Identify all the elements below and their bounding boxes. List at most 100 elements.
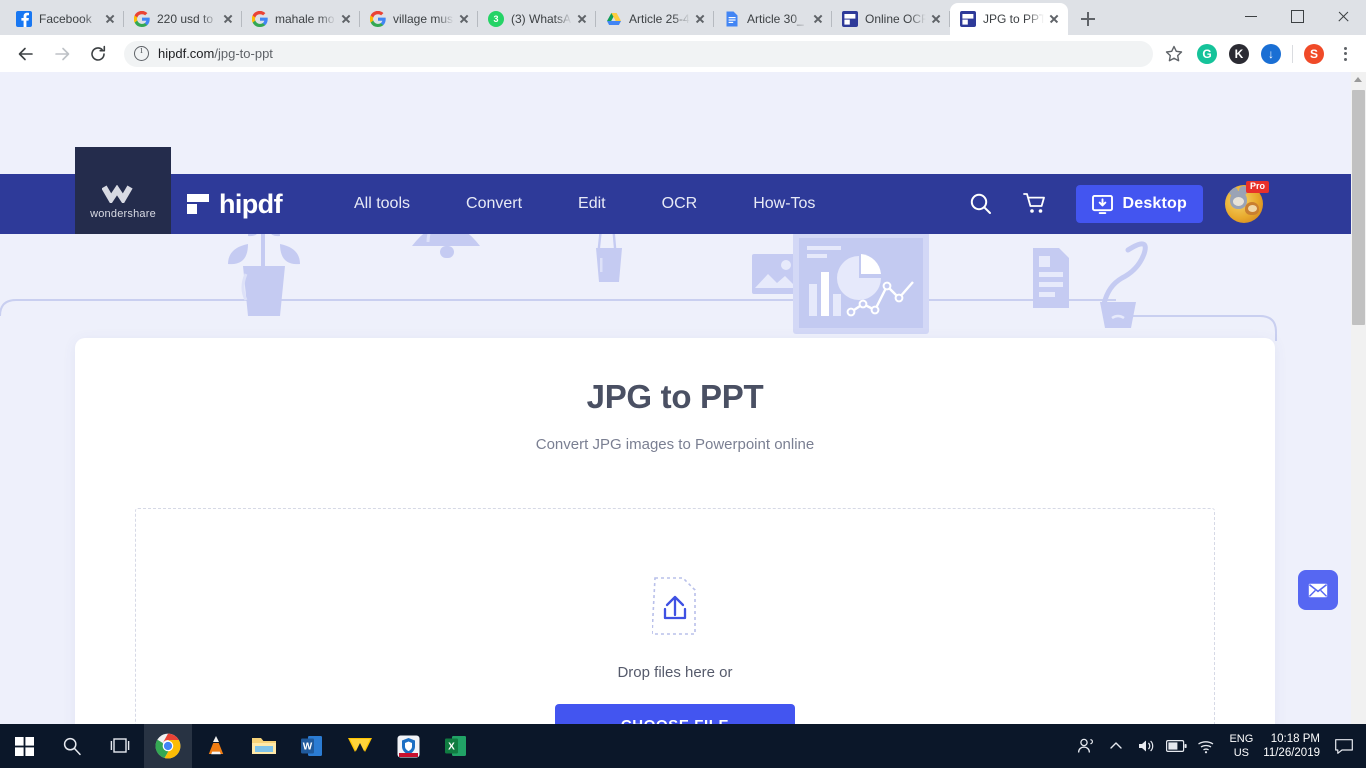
tab-close-button[interactable] (102, 11, 118, 27)
vlc-taskbar-button[interactable] (192, 724, 240, 768)
new-tab-button[interactable] (1074, 5, 1102, 33)
browser-tab[interactable]: mahale mo (242, 3, 360, 35)
tab-close-button[interactable] (338, 11, 354, 27)
hipdf-brand[interactable]: hipdf (186, 188, 283, 220)
language-line1: ENG (1229, 733, 1254, 745)
nav-link-convert[interactable]: Convert (438, 195, 550, 213)
tab-close-button[interactable] (810, 11, 826, 27)
browser-tab[interactable]: 220 usd to (124, 3, 242, 35)
nav-link-all-tools[interactable]: All tools (326, 195, 438, 213)
choose-file-button[interactable]: CHOOSE FILE (555, 704, 795, 724)
maximize-button[interactable] (1274, 0, 1320, 32)
profile-avatar[interactable]: S (1304, 43, 1324, 64)
primary-nav: All tools Convert Edit OCR How-Tos (326, 195, 843, 213)
wondershare-logo-mark (102, 185, 133, 203)
browser-tab[interactable]: Online OCR (832, 3, 950, 35)
show-hidden-icons[interactable] (1101, 724, 1131, 768)
minimize-button[interactable] (1228, 0, 1274, 32)
tab-title: mahale mo (275, 12, 335, 26)
system-tray: ENG US 10:18 PM 11/26/2019 (1071, 724, 1366, 768)
info-icon[interactable] (134, 45, 149, 61)
browser-tab[interactable]: JPG to PPT: (950, 3, 1068, 35)
tab-title: Facebook (39, 12, 92, 26)
file-dropzone[interactable]: Drop files here or CHOOSE FILE (135, 508, 1215, 724)
address-bar[interactable]: hipdf.com/jpg-to-ppt (124, 40, 1153, 67)
file-upload-icon (652, 577, 696, 635)
contact-email-button[interactable] (1298, 570, 1338, 610)
language-indicator[interactable]: ENG US (1221, 732, 1261, 760)
account-avatar[interactable]: Pro (1225, 181, 1269, 223)
start-button[interactable] (0, 724, 48, 768)
wondershare-taskbar-button[interactable] (336, 724, 384, 768)
browser-tab[interactable]: Article 25-4 (596, 3, 714, 35)
people-icon[interactable] (1071, 724, 1101, 768)
google-icon (252, 11, 268, 27)
browser-window: Facebook 220 usd to mahale mo village mus 3 (… (0, 0, 1366, 724)
excel-icon: X (445, 736, 466, 756)
back-arrow-icon[interactable] (11, 39, 41, 69)
battery-icon[interactable] (1161, 724, 1191, 768)
tab-close-button[interactable] (928, 11, 944, 27)
start-icon (14, 736, 34, 756)
tab-close-button[interactable] (1046, 11, 1062, 27)
search-button[interactable] (48, 724, 96, 768)
task-view-button[interactable] (96, 724, 144, 768)
grammarly-extension[interactable]: G (1197, 43, 1217, 64)
language-line2: US (1233, 747, 1250, 759)
brand-name: hipdf (219, 188, 283, 219)
nav-link-edit[interactable]: Edit (550, 195, 634, 213)
url-domain: hipdf.com (158, 46, 215, 61)
volume-icon[interactable] (1131, 724, 1161, 768)
vlc-icon (208, 736, 224, 755)
page-viewport: wondershare hipdf All tools Convert Edit OC… (0, 72, 1366, 724)
browser-tab[interactable]: Facebook (6, 3, 124, 35)
browser-tab[interactable]: Article 30_ (714, 3, 832, 35)
scrollbar-thumb[interactable] (1352, 90, 1365, 325)
page-scrollbar[interactable] (1351, 72, 1366, 724)
chrome-taskbar-button[interactable] (144, 724, 192, 768)
search-icon[interactable] (968, 191, 994, 217)
cart-icon[interactable] (1022, 191, 1048, 217)
forward-arrow-icon[interactable] (47, 39, 77, 69)
wondershare-logo[interactable]: wondershare (75, 147, 171, 234)
windows-taskbar: W X ENG US 10:18 PM 11/26/2019 (0, 724, 1366, 768)
svg-text:X: X (448, 742, 455, 753)
download-desktop-icon (1092, 194, 1114, 214)
close-window-button[interactable] (1320, 0, 1366, 32)
tab-strip: Facebook 220 usd to mahale mo village mus 3 (… (0, 0, 1366, 35)
wifi-icon[interactable] (1191, 724, 1221, 768)
tab-close-button[interactable] (692, 11, 708, 27)
word-taskbar-button[interactable]: W (288, 724, 336, 768)
kami-extension[interactable]: K (1229, 43, 1249, 64)
toolbar-divider (1292, 44, 1293, 63)
desktop-app-button[interactable]: Desktop (1076, 185, 1203, 223)
pro-badge: Pro (1245, 181, 1269, 194)
reload-icon[interactable] (83, 39, 113, 69)
tab-close-button[interactable] (456, 11, 472, 27)
nav-link-ocr[interactable]: OCR (634, 195, 726, 213)
tab-title: Online OCR (865, 12, 926, 26)
browser-tab[interactable]: 3 (3) WhatsA (478, 3, 596, 35)
tool-card: JPG to PPT Convert JPG images to Powerpo… (75, 338, 1275, 724)
envelope-icon (1308, 583, 1328, 597)
navbar-right: Desktop Pro (940, 181, 1351, 223)
tab-title: Article 25-4 (629, 12, 690, 26)
idm-extension[interactable]: ↓ (1261, 43, 1281, 64)
file-explorer-taskbar-button[interactable] (240, 724, 288, 768)
tab-close-button[interactable] (220, 11, 236, 27)
kebab-menu-icon[interactable] (1332, 41, 1358, 67)
clock[interactable]: 10:18 PM 11/26/2019 (1261, 732, 1330, 760)
clock-date: 11/26/2019 (1263, 747, 1320, 759)
excel-taskbar-button[interactable]: X (432, 724, 480, 768)
mcafee-taskbar-button[interactable] (384, 724, 432, 768)
nav-link-how-tos[interactable]: How-Tos (725, 195, 843, 213)
page-title: JPG to PPT (586, 378, 764, 415)
tab-close-button[interactable] (574, 11, 590, 27)
notification-icon[interactable] (1330, 724, 1358, 768)
star-icon[interactable] (1161, 41, 1187, 67)
tab-title: 220 usd to (157, 12, 214, 26)
page-subtitle: Convert JPG images to Powerpoint online (535, 436, 815, 453)
browser-tab[interactable]: village mus (360, 3, 478, 35)
wondershare-icon (348, 738, 372, 752)
scroll-up-arrow[interactable] (1354, 77, 1362, 82)
